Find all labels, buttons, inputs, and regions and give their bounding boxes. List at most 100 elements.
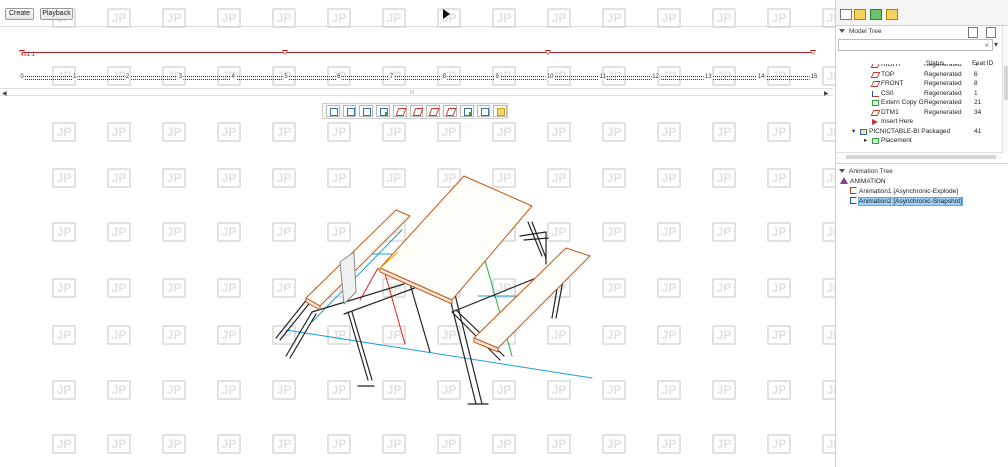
toolbar-divider — [0, 26, 835, 27]
watermark-logo: JP — [492, 8, 516, 28]
expand-icon[interactable]: ▸ — [864, 136, 867, 146]
ruler-tick-label: 14 — [756, 74, 766, 80]
ruler-tick-label: 10 — [545, 74, 555, 80]
layers-icon[interactable] — [854, 9, 866, 20]
timeline-scrollbar[interactable]: ◀ III ▶ — [0, 88, 833, 97]
watermark-logo: JP — [327, 8, 351, 28]
watermark-logo: JP — [162, 8, 186, 28]
scroll-thumb[interactable] — [1004, 66, 1008, 100]
model-tree-header[interactable]: Model Tree — [839, 27, 882, 37]
model-tree-list: RIGHT Regenerated 4 TOP Regenerated 6 FRONT Reg… — [836, 64, 996, 152]
model-canvas[interactable] — [0, 96, 835, 467]
place-icon — [872, 138, 879, 144]
watermark-logo: JP — [602, 8, 626, 28]
ruler-tick-label: 6 — [336, 74, 342, 80]
tree-row-featid: 34 — [974, 108, 982, 116]
right-panel: Model Tree × ▾ Status Feat ID RIGHT Regen… — [835, 0, 1008, 467]
ruler-tick-label: 3 — [177, 74, 184, 80]
tree-row-status: Regenerated — [924, 70, 962, 78]
watermark-logo: JP — [767, 8, 791, 28]
tree-row-name: FRONT — [881, 80, 904, 87]
ruler-tick-label: 13 — [704, 74, 713, 80]
animation-entry-icon — [850, 187, 857, 194]
ruler-tick-label: 0 — [19, 74, 25, 80]
favorites-icon[interactable] — [886, 9, 898, 20]
timeline-track[interactable] — [22, 52, 814, 53]
tree-row-featid: 21 — [974, 99, 982, 106]
timeline-label: ts1.1 — [22, 52, 36, 58]
tree-row-name: Extern Copy G — [881, 99, 924, 106]
animation-icon — [840, 177, 848, 184]
watermark-logo: JP — [382, 8, 406, 28]
animation-item-label: Animation1 [Asynchronic-Explode] — [859, 188, 958, 195]
folder-icon[interactable] — [870, 9, 882, 20]
tree-row-name: DTM1 — [881, 108, 899, 116]
show-icon[interactable] — [986, 27, 996, 38]
playback-button[interactable]: Playback — [40, 8, 73, 20]
ruler-tick-label: 5 — [283, 74, 289, 80]
csys-icon — [872, 90, 879, 97]
collapse-icon[interactable] — [839, 169, 845, 174]
tree-row[interactable]: CS0 Regenerated 1 — [836, 89, 996, 99]
keyframe-marker[interactable] — [545, 50, 551, 55]
watermark-logo: JP — [712, 8, 736, 28]
tree-row[interactable]: DTM1 Regenerated 34 — [836, 108, 996, 118]
tree-row-name: PICNICTABLE-BI Packaged — [869, 127, 951, 135]
tree-row[interactable]: FRONT Regenerated 8 — [836, 79, 996, 89]
collapse-icon[interactable] — [839, 29, 845, 34]
tree-row-status: Regenerated — [924, 108, 962, 116]
table-panels — [305, 175, 591, 353]
scroll-thumb[interactable] — [846, 155, 996, 159]
settings-icon[interactable] — [968, 27, 978, 38]
tree-row-name: CS0 — [881, 89, 894, 97]
tree-row-featid: 1 — [974, 89, 978, 97]
ruler-tick-label: 11 — [598, 74, 607, 80]
watermark-logo: JP — [547, 8, 571, 28]
panel-divider — [836, 163, 1008, 164]
tree-filter-icon[interactable] — [840, 9, 852, 20]
animation-item[interactable]: Animation1 [Asynchronic-Explode] — [850, 187, 958, 197]
keyframe-marker[interactable] — [282, 50, 288, 55]
tree-row-featid: 8 — [974, 80, 978, 87]
tree-row-status: Regenerated — [924, 99, 962, 106]
ruler-tick-label: 7 — [388, 74, 395, 80]
plane-icon — [870, 71, 881, 78]
tree-row-name: Insert Here — [881, 118, 914, 125]
tree-row[interactable]: Extern Copy G Regenerated 21 — [836, 98, 996, 108]
cyan-path-line — [285, 329, 593, 379]
dropdown-icon[interactable]: ▾ — [994, 40, 998, 49]
animation-root[interactable]: ANIMATION — [840, 177, 886, 187]
timeline-ruler[interactable] — [22, 76, 814, 80]
tree-row[interactable]: ▾ PICNICTABLE-BI Packaged 41 — [836, 127, 996, 137]
tree-row[interactable]: Insert Here — [836, 117, 996, 127]
watermark-logo: JP — [107, 8, 131, 28]
animation-item[interactable]: Animation2 [Asynchronic-Snapshot] — [850, 197, 963, 207]
tree-row-name: TOP — [881, 70, 895, 78]
watermark-logo: JP — [272, 8, 296, 28]
ruler-tick-label: 1 — [72, 74, 78, 80]
ruler-tick-label: 9 — [494, 74, 500, 80]
asm-icon — [860, 128, 867, 135]
plane-icon — [870, 109, 881, 116]
keyframe-marker-end[interactable] — [810, 50, 816, 55]
play-icon[interactable] — [440, 7, 452, 21]
animation-app: JP JP JP JP JP JP JP JP JP JP JP JP JP JP JP JP JP JP JP JP… — [0, 0, 1008, 467]
create-button[interactable]: Create — [5, 8, 34, 20]
tree-row[interactable]: ▸ Placement — [836, 136, 996, 146]
ruler-tick-label: 8 — [441, 74, 448, 80]
expand-icon[interactable]: ▾ — [852, 127, 855, 137]
tree-row[interactable]: TOP Regenerated 6 — [836, 70, 996, 80]
ruler-tick-label: 15 — [809, 74, 819, 80]
clear-icon[interactable]: × — [984, 40, 989, 51]
ruler-tick-label: 4 — [230, 74, 236, 80]
tree-horizontal-scrollbar[interactable] — [836, 152, 1002, 160]
animation-tree-header[interactable]: Animation Tree — [839, 167, 893, 177]
watermark-logo: JP — [217, 8, 241, 28]
animation-item-label: Animation2 [Asynchronic-Snapshot] — [858, 197, 963, 206]
tree-vertical-scrollbar[interactable] — [1002, 26, 1008, 154]
tree-row-featid: 6 — [974, 70, 978, 78]
tree-row-status: Regenerated — [924, 80, 962, 87]
plane-icon — [870, 81, 881, 87]
tree-search-input[interactable]: × — [838, 39, 993, 51]
tree-row-featid: 41 — [974, 127, 982, 135]
